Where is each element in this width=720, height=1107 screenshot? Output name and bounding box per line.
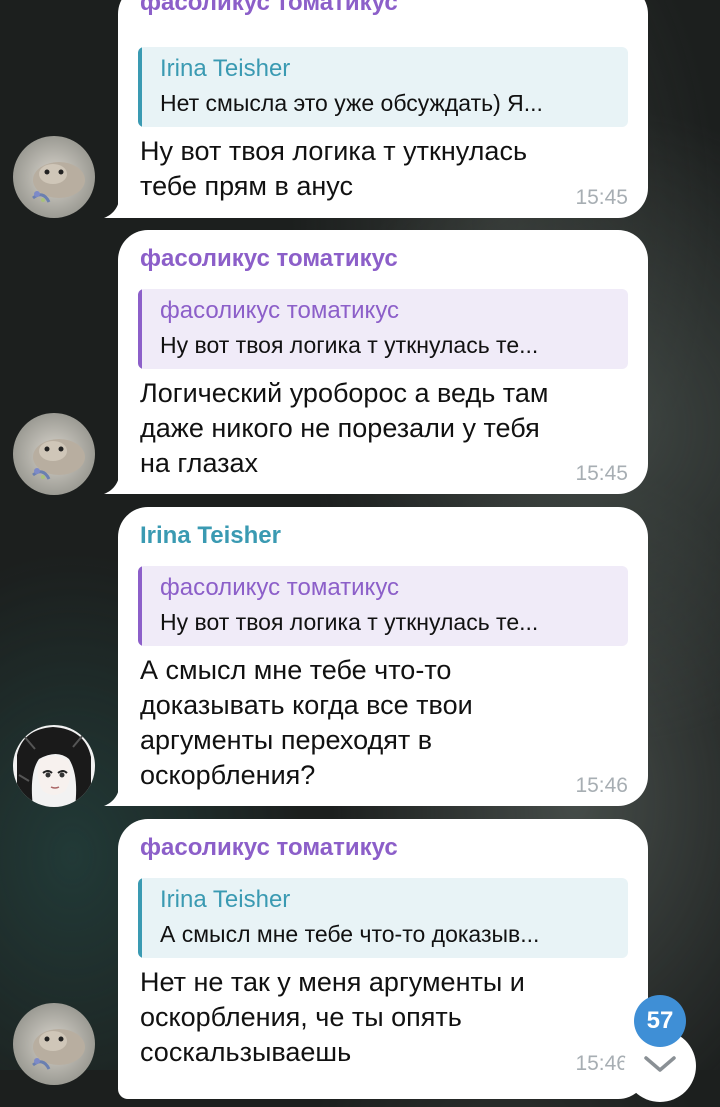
message-time: 15:45 — [575, 462, 628, 485]
quote-bar — [138, 878, 142, 958]
quote-text: Ну вот твоя логика т уткнулась те... — [160, 609, 539, 635]
quote-sender-name: фасоликус томатикус — [160, 297, 400, 324]
message-time: 15:46 — [575, 774, 628, 797]
reply-quote[interactable]: Irina Teisher А смысл мне тебе что-то до… — [138, 878, 628, 958]
bubble-tail — [104, 192, 130, 218]
quote-bar — [138, 289, 142, 369]
reply-quote[interactable]: фасоликус томатикус Ну вот твоя логика т… — [138, 566, 628, 646]
bubble-tail — [104, 468, 130, 494]
message-bubble[interactable]: фасоликус томатикус фасоликус томатикус … — [118, 230, 648, 494]
quote-text: Нет смысла это уже обсуждать) Я... — [160, 90, 543, 116]
message-time: 15:46 — [575, 1052, 628, 1075]
message-bubble[interactable]: Irina Teisher фасоликус томатикус Ну вот… — [118, 507, 648, 806]
quote-sender-name: Irina Teisher — [160, 55, 291, 82]
sender-name[interactable]: фасоликус томатикус — [140, 0, 398, 18]
quote-bar — [138, 47, 142, 127]
message-text: Ну вот твоя логика т уткнулась тебе прям… — [140, 136, 528, 201]
quote-sender-name: Irina Teisher — [160, 886, 291, 913]
message-bubble[interactable]: фасоликус томатикус Irina Teisher Нет см… — [118, 0, 648, 218]
hamster-avatar[interactable] — [13, 1003, 95, 1085]
message-time: 15:45 — [575, 186, 628, 209]
hamster-avatar[interactable] — [13, 413, 95, 495]
sender-name[interactable]: фасоликус томатикус — [140, 244, 398, 274]
reply-quote[interactable]: фасоликус томатикус Ну вот твоя логика т… — [138, 289, 628, 369]
message-text: Логический уроборос а ведь там даже нико… — [140, 378, 549, 478]
sender-name[interactable]: Irina Teisher — [140, 521, 281, 551]
reply-quote[interactable]: Irina Teisher Нет смысла это уже обсужда… — [138, 47, 628, 127]
quote-sender-name: фасоликус томатикус — [160, 574, 400, 601]
quote-bar — [138, 566, 142, 646]
bubble-tail — [104, 780, 130, 806]
hamster-avatar[interactable] — [13, 136, 95, 218]
sender-name[interactable]: фасоликус томатикус — [140, 833, 398, 863]
anime-avatar[interactable] — [13, 725, 95, 807]
quote-text: А смысл мне тебе что-то доказыв... — [160, 921, 540, 947]
unread-count-badge[interactable]: 57 — [634, 995, 686, 1047]
message-text: А смысл мне тебе что-то доказывать когда… — [140, 655, 473, 790]
quote-text: Ну вот твоя логика т уткнулась те... — [160, 332, 539, 358]
message-text: Нет не так у меня аргументы и оскорблени… — [140, 967, 525, 1067]
message-bubble[interactable]: фасоликус томатикус Irina Teisher А смыс… — [118, 819, 648, 1099]
